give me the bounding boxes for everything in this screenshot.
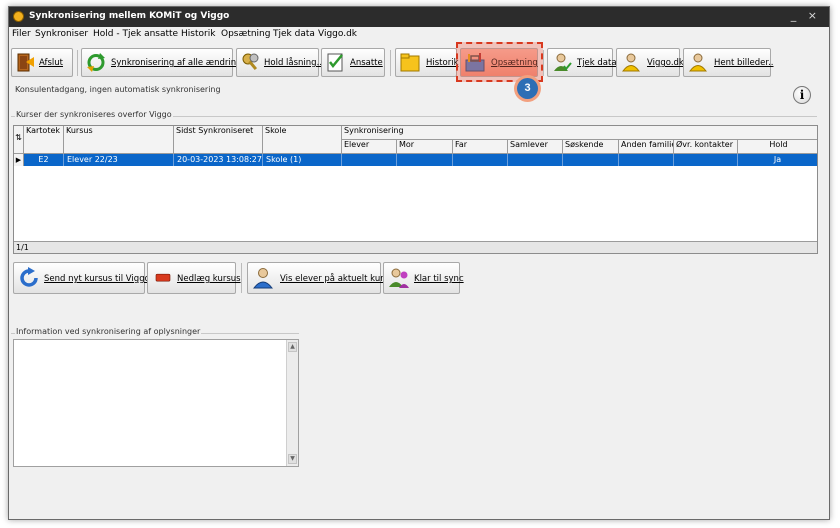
checklist-icon [327,53,343,72]
courses-group-label: Kurser der synkroniseres overfor Viggo [15,110,173,119]
sync-all-button[interactable]: Synkronisering af alle ændringer [81,48,250,77]
grid-footer-count: 1/1 [14,241,817,253]
nedlaeg-kursus-label: Nedlæg kursus [177,274,241,284]
nedlaeg-kursus-button[interactable]: Nedlæg kursus [147,262,241,294]
col-samlever[interactable]: Samlever [508,140,563,154]
toolbar-separator [77,50,78,76]
klar-til-sync-button[interactable]: Klar til sync [383,262,464,294]
col-mor[interactable]: Mor [397,140,453,154]
viggo-dk-label: Viggo.dk [647,58,684,68]
users-sync-icon [389,268,409,288]
info-scrollbar[interactable]: ▲ ▼ [286,340,298,466]
grid-filter-icon[interactable]: ⇅ [14,126,24,154]
cell-oevr-kontakter [674,154,738,166]
send-course-button[interactable]: Send nyt kursus til Viggo.. [13,262,155,294]
user-check-icon [554,53,572,71]
info-icon[interactable]: i [793,86,811,104]
window-controls[interactable]: _ × [791,9,821,22]
toolbar-separator [390,50,391,76]
refresh-arrow-icon [20,267,38,287]
step-number: 3 [517,78,538,99]
col-kursus[interactable]: Kursus [64,126,174,154]
afslut-button[interactable]: Afslut [11,48,73,77]
cell-far [453,154,508,166]
cell-kartotek: E2 [24,154,64,166]
cell-sidst: 20-03-2023 13:08:27 [174,154,263,166]
menu-viggo-dk[interactable]: Viggo.dk [318,29,357,39]
col-hold[interactable]: Hold [738,140,817,154]
hent-billeder-button[interactable]: Hent billeder.. [683,48,774,77]
cell-samlever [508,154,563,166]
keys-icon [242,53,259,71]
toolbar-separator [543,50,544,76]
hent-billeder-label: Hent billeder.. [714,58,774,68]
col-soeskende[interactable]: Søskende [563,140,619,154]
tjek-data-label: Tjek data [577,58,617,68]
hold-laasning-button[interactable]: Hold låsning.. [236,48,322,77]
col-far[interactable]: Far [453,140,508,154]
send-course-label: Send nyt kursus til Viggo.. [44,274,156,284]
cell-elever [342,154,397,166]
sync-all-label: Synkronisering af alle ændringer [111,58,251,68]
menu-filer[interactable]: Filer [12,29,31,39]
tjek-data-button[interactable]: Tjek data [547,48,617,77]
sync-arrows-icon [87,53,105,72]
folder-icon [400,53,420,72]
scroll-up-icon[interactable]: ▲ [288,342,297,352]
cell-hold: Ja [773,155,782,164]
user-photo-icon [689,53,707,72]
courses-grid: ⇅ Kartotek Kursus Sidst Synkroniseret Sk… [13,125,818,254]
red-bar-icon [155,273,171,282]
menu-synkroniser[interactable]: Synkroniser [35,29,88,39]
cell-mor [397,154,453,166]
cell-skole: Skole (1) [263,154,342,166]
cell-kursus: Elever 22/23 [64,154,174,166]
toolbar: Afslut Synkronisering af alle ændringer … [9,44,829,84]
vis-elever-label: Vis elever på aktuelt kursus [280,274,398,284]
window-title: Synkronisering mellem KOMiT og Viggo [29,11,230,21]
step-badge: 3 [514,75,541,102]
app-icon [13,11,24,22]
title-bar: Synkronisering mellem KOMiT og Viggo _ × [9,7,829,27]
status-text: Konsulentadgang, ingen automatisk synkro… [15,85,221,94]
col-group-synkronisering: Synkronisering [342,126,817,140]
table-row[interactable]: E2 Elever 22/23 20-03-2023 13:08:27 Skol… [14,154,817,166]
col-oevr-kontakter[interactable]: Øvr. kontakter [674,140,738,154]
col-kartotek[interactable]: Kartotek [24,126,64,154]
info-group-label: Information ved synkronisering af oplysn… [15,327,202,336]
hold-laasning-label: Hold låsning.. [264,58,322,68]
menu-hold-tjek-ansatte[interactable]: Hold - Tjek ansatte [93,29,178,39]
vis-elever-button[interactable]: Vis elever på aktuelt kursus [247,262,398,294]
user-icon [622,53,640,72]
menu-bar: Filer Synkroniser Hold - Tjek ansatte Hi… [9,27,829,42]
user-blue-icon [252,268,274,289]
cell-anden-familie [619,154,674,166]
cell-soeskende [563,154,619,166]
action-separator [241,263,242,293]
menu-tjek-data[interactable]: Tjek data [273,29,315,39]
ansatte-button[interactable]: Ansatte [321,48,385,77]
col-skole[interactable]: Skole [263,126,342,154]
afslut-label: Afslut [39,58,64,68]
historik-button[interactable]: Historik [395,48,459,77]
scroll-down-icon[interactable]: ▼ [288,454,297,464]
row-indicator-icon: ▶ [14,154,24,166]
main-window: Synkronisering mellem KOMiT og Viggo _ ×… [8,6,830,520]
menu-historik[interactable]: Historik [181,29,215,39]
col-anden-familie[interactable]: Anden familie [619,140,674,154]
col-sidst-synkroniseret[interactable]: Sidst Synkroniseret [174,126,263,154]
ansatte-label: Ansatte [350,58,383,68]
historik-label: Historik [426,58,459,68]
menu-opsaetning[interactable]: Opsætning [221,29,270,39]
viggo-dk-button[interactable]: Viggo.dk [616,48,684,77]
klar-til-sync-label: Klar til sync [414,274,464,284]
exit-door-icon [17,53,34,72]
col-elever[interactable]: Elever [342,140,397,154]
info-textarea[interactable]: ▲ ▼ [13,339,299,467]
